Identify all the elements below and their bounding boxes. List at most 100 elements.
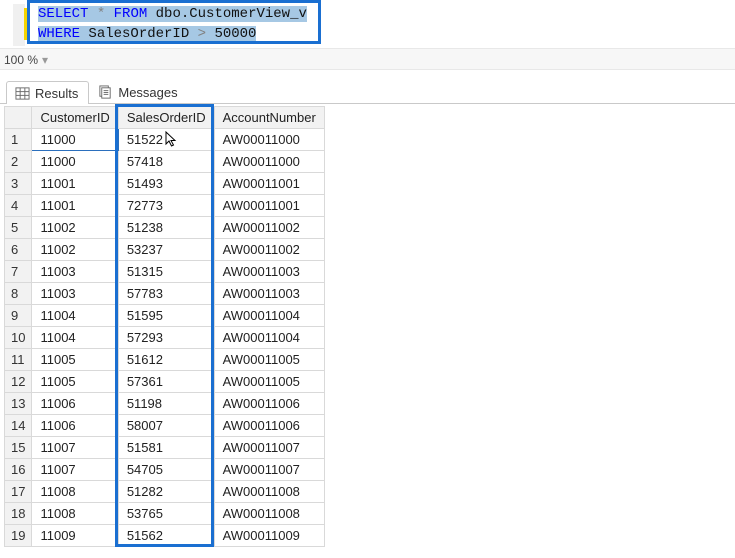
- cell-salesorderid[interactable]: 53237: [118, 239, 214, 261]
- table-row[interactable]: 111100551612AW00011005: [5, 349, 325, 371]
- row-number[interactable]: 9: [5, 305, 32, 327]
- table-row[interactable]: 101100457293AW00011004: [5, 327, 325, 349]
- rownum-header[interactable]: [5, 107, 32, 129]
- table-row[interactable]: 121100557361AW00011005: [5, 371, 325, 393]
- col-header-customerid[interactable]: CustomerID: [32, 107, 118, 129]
- table-row[interactable]: 131100651198AW00011006: [5, 393, 325, 415]
- cell-salesorderid[interactable]: 57293: [118, 327, 214, 349]
- cell-salesorderid[interactable]: 51315: [118, 261, 214, 283]
- table-row[interactable]: 171100851282AW00011008: [5, 481, 325, 503]
- cell-customerid[interactable]: 11008: [32, 481, 118, 503]
- row-number[interactable]: 15: [5, 437, 32, 459]
- row-number[interactable]: 8: [5, 283, 32, 305]
- table-row[interactable]: 61100253237AW00011002: [5, 239, 325, 261]
- cell-customerid[interactable]: 11006: [32, 393, 118, 415]
- row-number[interactable]: 18: [5, 503, 32, 525]
- cell-salesorderid[interactable]: 54705: [118, 459, 214, 481]
- cell-salesorderid[interactable]: 57361: [118, 371, 214, 393]
- cell-salesorderid[interactable]: 51522: [118, 129, 214, 151]
- cell-accountnumber[interactable]: AW00011001: [214, 195, 324, 217]
- cell-customerid[interactable]: 11008: [32, 503, 118, 525]
- row-number[interactable]: 10: [5, 327, 32, 349]
- cell-salesorderid[interactable]: 57418: [118, 151, 214, 173]
- row-number[interactable]: 13: [5, 393, 32, 415]
- sql-editor[interactable]: SELECT * FROM dbo.CustomerView_v WHERE S…: [0, 0, 735, 48]
- table-row[interactable]: 161100754705AW00011007: [5, 459, 325, 481]
- table-row[interactable]: 181100853765AW00011008: [5, 503, 325, 525]
- cell-customerid[interactable]: 11001: [32, 173, 118, 195]
- row-number[interactable]: 1: [5, 129, 32, 151]
- cell-accountnumber[interactable]: AW00011007: [214, 459, 324, 481]
- table-row[interactable]: 71100351315AW00011003: [5, 261, 325, 283]
- row-number[interactable]: 3: [5, 173, 32, 195]
- cell-salesorderid[interactable]: 58007: [118, 415, 214, 437]
- cell-salesorderid[interactable]: 51198: [118, 393, 214, 415]
- cell-accountnumber[interactable]: AW00011000: [214, 129, 324, 151]
- cell-salesorderid[interactable]: 51562: [118, 525, 214, 547]
- cell-salesorderid[interactable]: 51238: [118, 217, 214, 239]
- cell-accountnumber[interactable]: AW00011008: [214, 481, 324, 503]
- cell-customerid[interactable]: 11005: [32, 371, 118, 393]
- cell-accountnumber[interactable]: AW00011000: [214, 151, 324, 173]
- row-number[interactable]: 5: [5, 217, 32, 239]
- cell-customerid[interactable]: 11003: [32, 283, 118, 305]
- cell-salesorderid[interactable]: 51581: [118, 437, 214, 459]
- cell-customerid[interactable]: 11000: [32, 151, 118, 173]
- table-row[interactable]: 191100951562AW00011009: [5, 525, 325, 547]
- cell-accountnumber[interactable]: AW00011006: [214, 415, 324, 437]
- cell-salesorderid[interactable]: 51612: [118, 349, 214, 371]
- cell-customerid[interactable]: 11004: [32, 327, 118, 349]
- cell-accountnumber[interactable]: AW00011003: [214, 261, 324, 283]
- row-number[interactable]: 12: [5, 371, 32, 393]
- cell-accountnumber[interactable]: AW00011008: [214, 503, 324, 525]
- cell-accountnumber[interactable]: AW00011003: [214, 283, 324, 305]
- cell-customerid[interactable]: 11005: [32, 349, 118, 371]
- cell-accountnumber[interactable]: AW00011006: [214, 393, 324, 415]
- row-number[interactable]: 2: [5, 151, 32, 173]
- zoom-indicator[interactable]: 100 % ▾: [0, 48, 735, 70]
- cell-customerid[interactable]: 11009: [32, 525, 118, 547]
- table-row[interactable]: 51100251238AW00011002: [5, 217, 325, 239]
- cell-accountnumber[interactable]: AW00011007: [214, 437, 324, 459]
- cell-customerid[interactable]: 11006: [32, 415, 118, 437]
- cell-customerid[interactable]: 11004: [32, 305, 118, 327]
- row-number[interactable]: 6: [5, 239, 32, 261]
- row-number[interactable]: 14: [5, 415, 32, 437]
- cell-accountnumber[interactable]: AW00011001: [214, 173, 324, 195]
- cell-customerid[interactable]: 11000: [32, 129, 118, 151]
- cell-salesorderid[interactable]: 57783: [118, 283, 214, 305]
- cell-accountnumber[interactable]: AW00011005: [214, 371, 324, 393]
- cell-salesorderid[interactable]: 53765: [118, 503, 214, 525]
- table-row[interactable]: 41100172773AW00011001: [5, 195, 325, 217]
- table-row[interactable]: 141100658007AW00011006: [5, 415, 325, 437]
- table-row[interactable]: 21100057418AW00011000: [5, 151, 325, 173]
- cell-accountnumber[interactable]: AW00011009: [214, 525, 324, 547]
- cell-customerid[interactable]: 11007: [32, 459, 118, 481]
- table-row[interactable]: 11100051522AW00011000: [5, 129, 325, 151]
- cell-accountnumber[interactable]: AW00011004: [214, 305, 324, 327]
- cell-salesorderid[interactable]: 51595: [118, 305, 214, 327]
- cell-accountnumber[interactable]: AW00011004: [214, 327, 324, 349]
- cell-salesorderid[interactable]: 72773: [118, 195, 214, 217]
- table-row[interactable]: 151100751581AW00011007: [5, 437, 325, 459]
- cell-customerid[interactable]: 11007: [32, 437, 118, 459]
- row-number[interactable]: 4: [5, 195, 32, 217]
- cell-customerid[interactable]: 11002: [32, 239, 118, 261]
- cell-accountnumber[interactable]: AW00011002: [214, 239, 324, 261]
- table-row[interactable]: 81100357783AW00011003: [5, 283, 325, 305]
- results-grid[interactable]: CustomerID SalesOrderID AccountNumber 11…: [4, 106, 325, 547]
- col-header-accountnumber[interactable]: AccountNumber: [214, 107, 324, 129]
- cell-customerid[interactable]: 11001: [32, 195, 118, 217]
- table-row[interactable]: 91100451595AW00011004: [5, 305, 325, 327]
- tab-messages[interactable]: Messages: [89, 80, 188, 103]
- row-number[interactable]: 16: [5, 459, 32, 481]
- row-number[interactable]: 17: [5, 481, 32, 503]
- cell-customerid[interactable]: 11003: [32, 261, 118, 283]
- row-number[interactable]: 11: [5, 349, 32, 371]
- cell-salesorderid[interactable]: 51493: [118, 173, 214, 195]
- cell-accountnumber[interactable]: AW00011005: [214, 349, 324, 371]
- cell-customerid[interactable]: 11002: [32, 217, 118, 239]
- col-header-salesorderid[interactable]: SalesOrderID: [118, 107, 214, 129]
- tab-results[interactable]: Results: [6, 81, 89, 104]
- table-row[interactable]: 31100151493AW00011001: [5, 173, 325, 195]
